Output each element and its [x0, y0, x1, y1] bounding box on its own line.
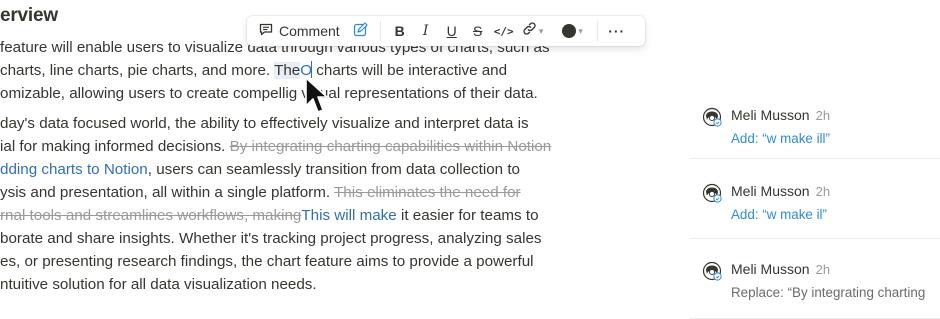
text-run: borate and share insights. Whether it's …: [0, 230, 542, 247]
text-run: ysis and presentation, all within a sing…: [0, 184, 335, 201]
text-line[interactable]: ysis and presentation, all within a sing…: [0, 181, 551, 204]
toolbar-divider: [379, 21, 381, 41]
page-heading: erview: [0, 5, 58, 26]
bold-button[interactable]: B: [387, 16, 413, 46]
comments-panel: Meli Musson 2h Add: “w make ill” Meli Mus…: [690, 0, 940, 319]
mouse-pointer-icon: [305, 77, 328, 113]
inline-link[interactable]: dding charts to Notion: [0, 161, 148, 178]
text-line[interactable]: omizable, allowing users to create compe…: [0, 82, 550, 105]
text-run: ial for making informed decisions.: [0, 138, 230, 155]
color-swatch-icon: [562, 24, 577, 38]
comment-button[interactable]: Comment: [247, 16, 348, 46]
comment-header: Meli Musson 2h: [731, 107, 830, 123]
text-line[interactable]: rnal tools and streamlines workflows, ma…: [0, 204, 551, 227]
text-color-button[interactable]: ▾: [555, 16, 591, 46]
comment-time: 2h: [815, 184, 831, 199]
text-run: day's data focused world, the ability to…: [0, 115, 529, 132]
text-run: charts will be interactive and: [312, 62, 508, 79]
inline-code-button[interactable]: </>: [491, 16, 517, 46]
suggest-edit-icon: [353, 22, 368, 40]
text-run: omizable, allowing users to create compe…: [0, 85, 289, 102]
divider: [690, 158, 940, 159]
comment-icon: [259, 23, 273, 39]
paragraph-1[interactable]: feature will enable users to visualize d…: [0, 36, 550, 105]
text-line[interactable]: borate and share insights. Whether it's …: [0, 227, 551, 250]
formatting-toolbar: Comment B I U S </> ▾ ▾ ···: [247, 16, 645, 46]
suggest-edits-button[interactable]: [348, 16, 374, 46]
text-line[interactable]: ial for making informed decisions. By in…: [0, 135, 551, 158]
divider: [690, 238, 940, 239]
text-run: , users can seamlessly transition from d…: [147, 161, 521, 178]
underline-button[interactable]: U: [439, 16, 465, 46]
text-line[interactable]: ntuitive solution for all data visualiza…: [0, 273, 551, 296]
avatar: [702, 107, 722, 127]
suggested-deletion[interactable]: rnal tools and streamlines workflows, ma…: [0, 207, 301, 224]
suggested-deletion[interactable]: By integrating charting capabilities wit…: [230, 138, 552, 155]
document-body: erview feature will enable users to visu…: [0, 0, 640, 319]
comment-author: Meli Musson: [731, 261, 810, 277]
comment-header: Meli Musson 2h: [731, 261, 830, 277]
comment-text: Add: “w make il”: [731, 207, 827, 222]
more-options-button[interactable]: ···: [604, 16, 630, 46]
comment-label: Comment: [279, 23, 340, 39]
text-run: it easier for teams to: [396, 207, 539, 224]
strikethrough-button[interactable]: S: [465, 16, 491, 46]
text-run: charts, line charts, pie charts, and mor…: [0, 62, 275, 79]
comment-time: 2h: [815, 108, 831, 123]
comment-author: Meli Musson: [731, 183, 810, 199]
text-line[interactable]: charts, line charts, pie charts, and mor…: [0, 59, 550, 82]
text-line[interactable]: dding charts to Notion, users can seamle…: [0, 158, 551, 181]
italic-button[interactable]: I: [413, 16, 439, 46]
avatar: [702, 183, 722, 203]
paragraph-2[interactable]: day's data focused world, the ability to…: [0, 112, 551, 296]
suggested-insertion[interactable]: This will make: [301, 207, 396, 224]
text-line[interactable]: day's data focused world, the ability to…: [0, 112, 551, 135]
text-run: es, or presenting research findings, the…: [0, 253, 534, 270]
text-line[interactable]: es, or presenting research findings, the…: [0, 250, 551, 273]
comment-time: 2h: [815, 262, 831, 277]
link-button[interactable]: ▾: [517, 16, 549, 46]
text-run: ntuitive solution for all data visualiza…: [0, 276, 317, 293]
comment-author: Meli Musson: [731, 107, 810, 123]
avatar: [702, 261, 722, 281]
chevron-down-icon: ▾: [538, 25, 544, 36]
comment-text: Add: “w make ill”: [731, 131, 830, 146]
comment-text: Replace: “By integrating charting: [731, 285, 926, 300]
suggested-deletion[interactable]: This eliminates the need for: [334, 184, 521, 201]
selected-text[interactable]: The: [274, 62, 301, 79]
chevron-down-icon: ▾: [578, 25, 583, 36]
toolbar-divider: [596, 21, 598, 41]
comment-header: Meli Musson 2h: [731, 183, 830, 199]
link-icon: [522, 21, 537, 41]
